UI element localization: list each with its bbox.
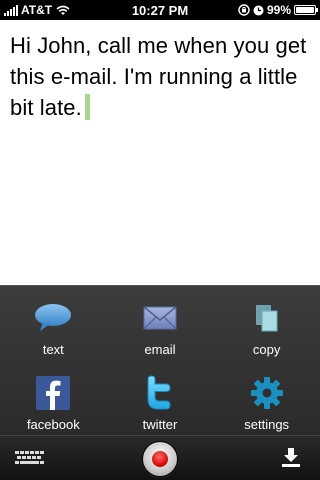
facebook-action-button[interactable]: facebook (0, 361, 107, 436)
facebook-icon (33, 375, 73, 411)
settings-action-button[interactable]: settings (213, 361, 320, 436)
alarm-clock-icon (253, 5, 264, 15)
bottom-toolbar (0, 435, 320, 480)
copy-icon (247, 300, 287, 336)
envelope-icon (140, 300, 180, 336)
keyboard-icon (15, 451, 44, 464)
orientation-lock-icon (238, 4, 250, 16)
settings-action-label: settings (244, 416, 290, 432)
gear-icon (247, 375, 287, 411)
record-button[interactable] (143, 442, 177, 476)
share-panel: text email copy facebook twitter setting… (0, 285, 320, 435)
download-button[interactable] (282, 448, 300, 473)
email-action-button[interactable]: email (107, 286, 214, 361)
facebook-action-label: facebook (26, 416, 80, 432)
speech-bubble-icon (33, 300, 73, 336)
battery-icon (294, 5, 318, 15)
twitter-action-label: twitter (142, 416, 178, 432)
battery-percentage: 99% (266, 3, 291, 17)
note-text-area[interactable]: Hi John, call me when you get this e-mai… (0, 20, 320, 285)
status-bar: AT&T 10:27 PM 99% (0, 0, 320, 20)
copy-action-label: copy (252, 342, 281, 357)
battery-fill (296, 7, 314, 13)
copy-action-button[interactable]: copy (213, 286, 320, 361)
email-action-label: email (144, 342, 176, 357)
download-icon (282, 448, 300, 467)
twitter-icon (140, 374, 180, 411)
record-button-icon (152, 451, 168, 467)
twitter-action-button[interactable]: twitter (107, 361, 214, 436)
status-right: 99% (238, 3, 318, 17)
note-text[interactable]: Hi John, call me when you get this e-mai… (10, 33, 306, 120)
text-action-label: text (42, 342, 64, 357)
keyboard-button[interactable] (15, 451, 45, 472)
text-action-button[interactable]: text (0, 286, 107, 361)
text-cursor (84, 94, 90, 120)
